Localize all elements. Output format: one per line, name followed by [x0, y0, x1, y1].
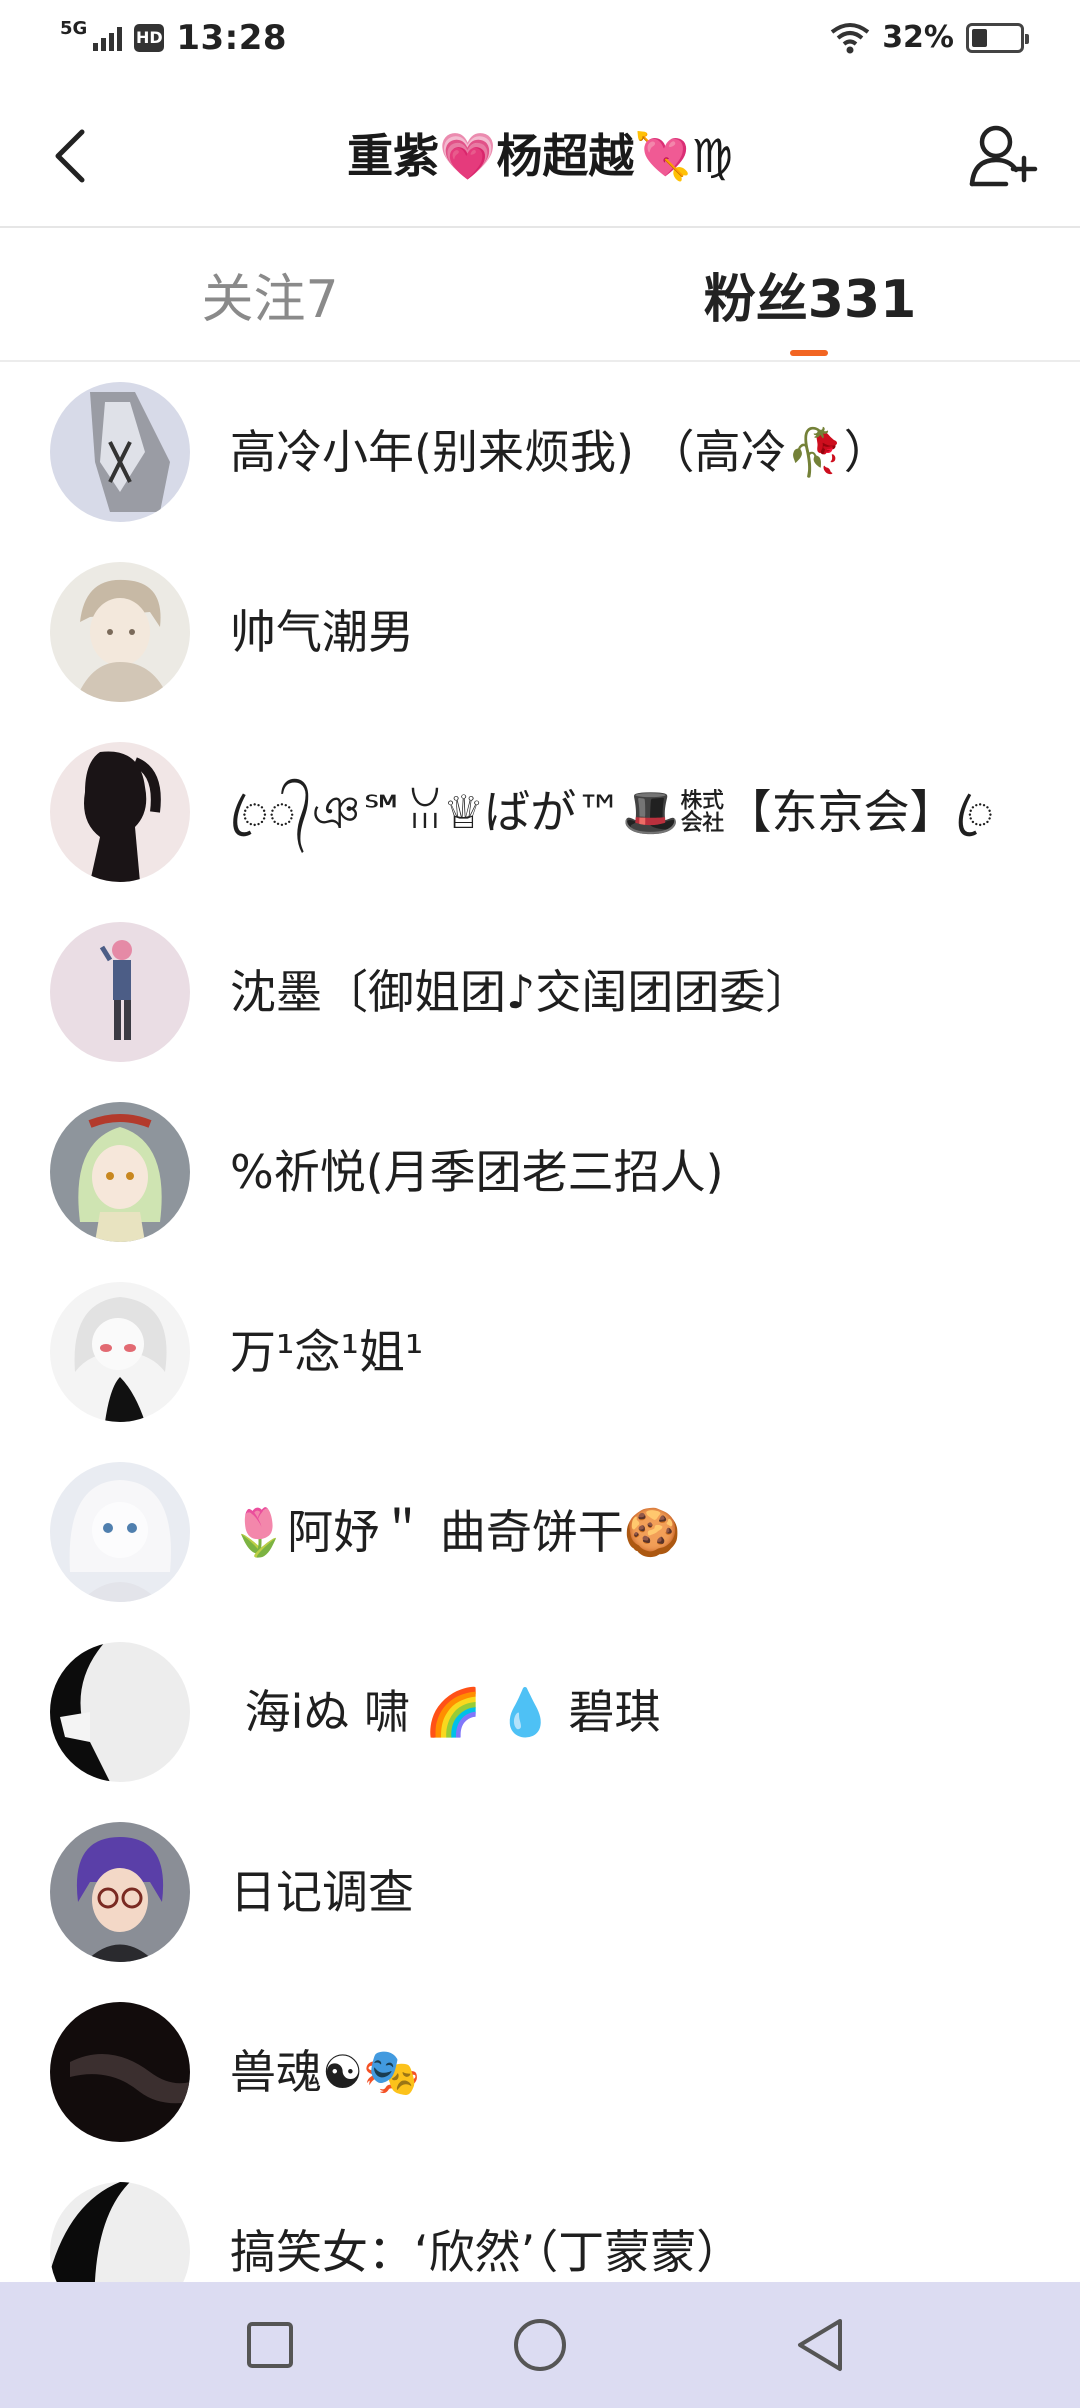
avatar[interactable]	[50, 1462, 190, 1602]
follower-item[interactable]: 帅气潮男	[0, 542, 1080, 722]
avatar[interactable]	[50, 2182, 190, 2282]
follower-item[interactable]: 沈墨〔御姐团♪交闺团团委〕	[0, 902, 1080, 1082]
home-button[interactable]	[500, 2310, 580, 2380]
battery-level	[972, 28, 987, 47]
follower-item[interactable]: 兽魂☯🎭	[0, 1982, 1080, 2162]
page-title: 重紫💗杨超越💘♍	[347, 129, 733, 183]
follower-item[interactable]: 万¹念¹姐¹	[0, 1262, 1080, 1442]
status-left: 5G HD 13:28	[60, 17, 288, 59]
back-nav-button[interactable]	[780, 2310, 860, 2380]
tab-following[interactable]: 关注7	[0, 228, 544, 360]
chevron-left-icon	[55, 129, 85, 183]
follower-name: 搞笑女：‘欣然’（丁蒙蒙）	[230, 2225, 743, 2279]
header: 重紫💗杨超越💘♍	[0, 80, 1080, 228]
avatar[interactable]	[50, 1102, 190, 1242]
follower-item[interactable]: ꦿ᭄ঞ℠ꈍ♕ばが™🎩㍿【东京会】ꦿ	[0, 722, 1080, 902]
avatar[interactable]	[50, 742, 190, 882]
follower-name: 万¹念¹姐¹	[230, 1325, 424, 1379]
back-button[interactable]	[40, 120, 100, 192]
add-user-button[interactable]	[962, 116, 1042, 196]
network-type: 5G	[60, 17, 88, 39]
add-user-icon	[969, 125, 1038, 187]
follower-item[interactable]: %祈悦(月季团老三招人)	[0, 1082, 1080, 1262]
status-time: 13:28	[176, 18, 288, 58]
avatar[interactable]	[50, 1282, 190, 1422]
system-nav-bar	[0, 2282, 1080, 2408]
active-tab-indicator	[790, 350, 828, 356]
triangle-back-icon	[798, 2319, 842, 2371]
signal-icon	[93, 25, 123, 51]
square-icon	[247, 2322, 293, 2368]
follower-name: 沈墨〔御姐团♪交闺团团委〕	[230, 965, 812, 1019]
battery-percent: 32%	[882, 20, 954, 55]
recent-apps-button[interactable]	[230, 2310, 310, 2380]
avatar[interactable]	[50, 2002, 190, 2142]
follower-item[interactable]: 🌷阿妤＂ 曲奇饼干🍪	[0, 1442, 1080, 1622]
followers-screen: 5G HD 13:28 32% 重紫💗杨超越�	[0, 0, 1080, 2408]
avatar[interactable]	[50, 1642, 190, 1782]
follower-name: ꦿ᭄ঞ℠ꈍ♕ばが™🎩㍿【东京会】ꦿ	[230, 785, 994, 839]
status-bar: 5G HD 13:28 32%	[0, 0, 1080, 80]
hd-badge: HD	[134, 24, 165, 52]
follower-name: 帅气潮男	[230, 605, 414, 659]
follower-item[interactable]: ึ 海iぬ 啸 🌈 💧 碧琪	[0, 1622, 1080, 1802]
follower-name: 高冷小年(别来烦我) （高冷🥀）	[230, 425, 890, 479]
battery-icon	[966, 22, 1029, 53]
wifi-icon	[830, 22, 870, 53]
circle-icon	[514, 2319, 566, 2371]
status-right: 32%	[830, 20, 1029, 55]
follower-name: %祈悦(月季团老三招人)	[230, 1145, 724, 1199]
avatar[interactable]	[50, 1822, 190, 1962]
follower-item[interactable]: 日记调查	[0, 1802, 1080, 1982]
follower-name: ึ 海iぬ 啸 🌈 💧 碧琪	[230, 1685, 661, 1739]
avatar[interactable]	[50, 562, 190, 702]
tab-followers[interactable]: 粉丝331	[540, 228, 1080, 360]
follower-item[interactable]: 高冷小年(别来烦我) （高冷🥀）	[0, 362, 1080, 542]
follower-name: 🌷阿妤＂ 曲奇饼干🍪	[230, 1505, 682, 1559]
tab-bar: 关注7 粉丝331	[0, 228, 1080, 362]
followers-list: 高冷小年(别来烦我) （高冷🥀） 帅气潮男 ꦿ᭄ঞ℠ꈍ♕ばが™🎩㍿【东京会】ꦿ …	[0, 362, 1080, 2282]
follower-item[interactable]: 搞笑女：‘欣然’（丁蒙蒙）	[0, 2162, 1080, 2282]
follower-name: 兽魂☯🎭	[230, 2045, 421, 2099]
follower-name: 日记调查	[230, 1865, 414, 1919]
avatar[interactable]	[50, 382, 190, 522]
avatar[interactable]	[50, 922, 190, 1062]
